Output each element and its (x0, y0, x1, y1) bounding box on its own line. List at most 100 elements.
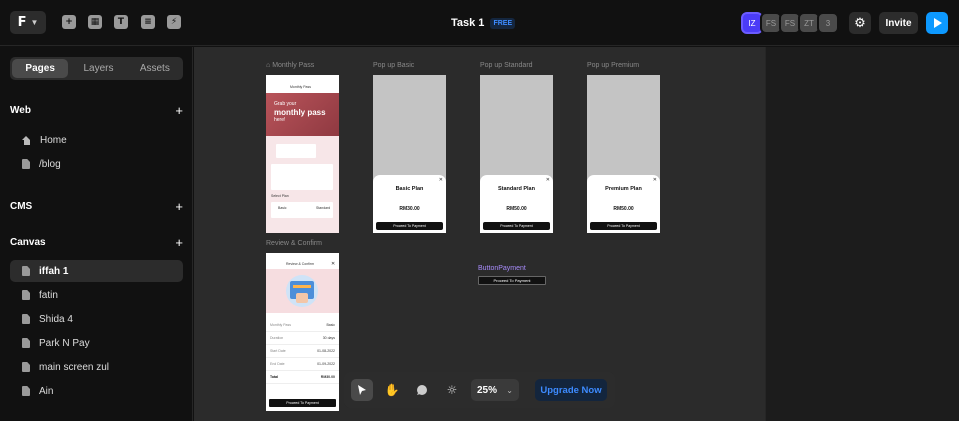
sidebar-item-fatin[interactable]: fatin (10, 284, 183, 306)
plan-name: Premium Plan (605, 186, 642, 192)
tab-layers[interactable]: Layers (70, 57, 126, 80)
sidebar-item-ain[interactable]: Ain (10, 380, 183, 402)
frame-label-popup-basic[interactable]: Pop up Basic (373, 62, 414, 69)
play-icon (934, 18, 942, 28)
file-title-text: Task 1 (451, 17, 485, 29)
page-icon (22, 159, 30, 169)
chevron-down-icon: ⌄ (506, 385, 513, 395)
close-icon: ✕ (545, 177, 550, 183)
text-icon[interactable]: T (114, 15, 128, 29)
monthly-pass-body: Select Plan Basic Standard (266, 136, 339, 233)
review-illustration (266, 269, 339, 313)
component-label-button-payment[interactable]: ButtonPayment (478, 265, 526, 272)
add-canvas-page-icon[interactable]: + (175, 235, 183, 250)
frame-popup-standard[interactable]: ✕ Standard Plan RM50.00 Proceed To Payme… (480, 75, 553, 233)
zoom-select[interactable]: 25% ⌄ (471, 379, 519, 401)
top-bar: F ▼ + ▦ T ≡ ⚡ Task 1 FREE IZ FS FS ZT 3 … (0, 0, 959, 46)
sidebar-item-main-screen-zul[interactable]: main screen zul (10, 356, 183, 378)
sidebar-tabs: Pages Layers Assets (10, 57, 183, 80)
plan-badge: FREE (490, 17, 516, 29)
invite-button[interactable]: Invite (879, 12, 918, 34)
standard-option: Standard (316, 206, 331, 210)
sidebar-item-label: Park N Pay (39, 337, 90, 349)
avatar-overflow-count[interactable]: 3 (817, 12, 839, 34)
proceed-button: Proceed To Payment (269, 399, 336, 407)
collaborator-avatars: IZ FS FS ZT 3 (741, 12, 839, 34)
popup-sheet: ✕ Standard Plan RM50.00 Proceed To Payme… (480, 175, 553, 233)
page-icon (22, 338, 30, 348)
cursor-icon[interactable] (351, 379, 373, 401)
frame-label-popup-standard[interactable]: Pop up Standard (480, 62, 533, 69)
bolt-icon[interactable]: ⚡ (167, 15, 181, 29)
sidebar-item-label: iffah 1 (39, 265, 69, 277)
upgrade-now-button[interactable]: Upgrade Now (535, 379, 607, 401)
sidebar-item-iffah-1[interactable]: iffah 1 (10, 260, 183, 282)
canvas-heading: Canvas (10, 237, 46, 248)
sidebar-item-blog[interactable]: /blog (10, 153, 183, 175)
web-heading: Web (10, 105, 31, 116)
monthly-pass-header-text: Monthly Pass (290, 85, 312, 89)
canvas-section-header: Canvas + (10, 235, 183, 250)
close-icon: ✕ (438, 177, 443, 183)
review-header: Review & Confirm ✕ (266, 253, 339, 269)
sidebar-item-home[interactable]: Home (10, 129, 183, 151)
brightness-icon[interactable]: ☼ (441, 379, 463, 401)
tab-assets[interactable]: Assets (127, 57, 183, 80)
left-sidebar: Pages Layers Assets Web + Home /blog CMS… (0, 47, 193, 421)
review-row: Start Date 01-08-2022 (266, 345, 339, 358)
layout-icon[interactable]: ▦ (88, 15, 102, 29)
hero-line-3: here! (274, 117, 286, 123)
page-icon (22, 266, 30, 276)
framer-logo-icon: F (17, 15, 27, 30)
stack-icon[interactable]: ≡ (141, 15, 155, 29)
frame-popup-basic[interactable]: ✕ Basic Plan RM30.00 Proceed To Payment (373, 75, 446, 233)
comment-icon[interactable] (411, 379, 433, 401)
sidebar-item-label: main screen zul (39, 361, 110, 373)
component-button-payment[interactable]: Proceed To Payment (478, 276, 546, 285)
frame-label-review-confirm[interactable]: Review & Confirm (266, 240, 322, 247)
sidebar-item-park-n-pay[interactable]: Park N Pay (10, 332, 183, 354)
zoom-value: 25% (477, 384, 498, 396)
location-card (276, 144, 316, 158)
frame-review-confirm[interactable]: Review & Confirm ✕ Monthly Pass Basic Dur… (266, 253, 339, 411)
hand-icon[interactable]: ✋ (381, 379, 403, 401)
add-web-page-icon[interactable]: + (175, 103, 183, 118)
close-icon: ✕ (331, 261, 336, 267)
main-menu-button[interactable]: F ▼ (10, 11, 46, 34)
review-row: Duration 30 days (266, 332, 339, 345)
add-cms-icon[interactable]: + (175, 199, 183, 214)
monthly-pass-header: Monthly Pass (266, 75, 339, 93)
page-icon (22, 314, 30, 324)
page-icon (22, 362, 30, 372)
web-section-header: Web + (10, 103, 183, 118)
review-header-text: Review & Confirm (286, 262, 315, 266)
payment-illustration-icon (286, 275, 318, 307)
preview-button[interactable] (926, 12, 948, 34)
frame-label-popup-premium[interactable]: Pop up Premium (587, 62, 639, 69)
review-row: Total RM30.00 (266, 371, 339, 384)
sidebar-item-label: fatin (39, 289, 58, 301)
popup-sheet: ✕ Basic Plan RM30.00 Proceed To Payment (373, 175, 446, 233)
proceed-button: Proceed To Payment (483, 222, 550, 230)
cms-heading: CMS (10, 201, 33, 212)
basic-option: Basic (278, 206, 287, 210)
frame-popup-premium[interactable]: ✕ Premium Plan RM50.00 Proceed To Paymen… (587, 75, 660, 233)
gear-icon[interactable]: ⚙ (849, 12, 871, 34)
chevron-down-icon: ▼ (30, 18, 39, 27)
sidebar-item-label: /blog (39, 158, 61, 170)
frame-label-monthly-pass[interactable]: ⌂ Monthly Pass (266, 62, 314, 69)
review-row: End Date 01-09-2022 (266, 358, 339, 371)
review-row: Monthly Pass Basic (266, 319, 339, 332)
right-properties-panel (765, 47, 959, 421)
plan-card (271, 164, 333, 190)
select-plan-label: Select Plan (271, 194, 289, 198)
sidebar-item-shida-4[interactable]: Shida 4 (10, 308, 183, 330)
tab-pages[interactable]: Pages (12, 59, 69, 78)
frame-monthly-pass[interactable]: Monthly Pass Grab your monthly pass here… (266, 75, 339, 233)
cms-section-header: CMS + (10, 199, 183, 214)
plus-icon[interactable]: + (62, 15, 76, 29)
file-title[interactable]: Task 1 FREE (451, 17, 516, 29)
page-icon (22, 386, 30, 396)
plan-price: RM30.00 (399, 206, 420, 212)
plan-name: Basic Plan (395, 186, 424, 192)
